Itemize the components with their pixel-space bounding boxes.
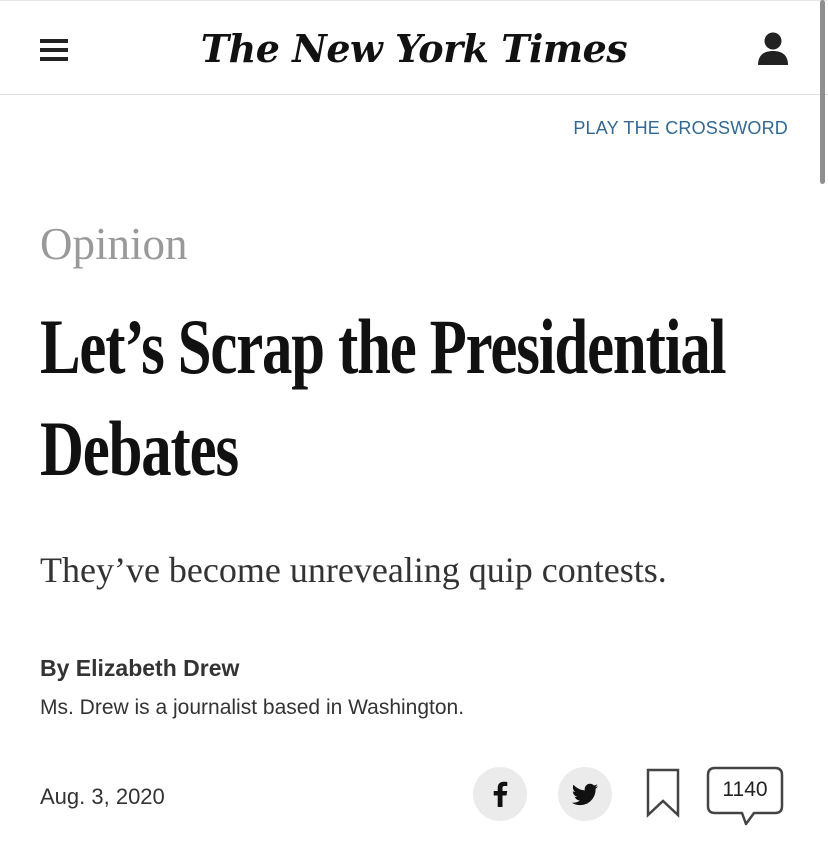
bookmark-save-button[interactable] bbox=[646, 768, 680, 818]
twitter-icon bbox=[571, 783, 598, 806]
article-summary: They’ve become unrevealing quip contests… bbox=[40, 550, 667, 590]
play-crossword-link[interactable]: PLAY THE CROSSWORD bbox=[573, 118, 788, 139]
facebook-icon bbox=[493, 781, 508, 807]
comments-button[interactable]: 1140 bbox=[706, 766, 784, 828]
masthead-logo[interactable]: The New York Times bbox=[0, 21, 828, 77]
comments-count: 1140 bbox=[722, 778, 768, 801]
article-headline: Let’s Scrap the Presidential Debates bbox=[40, 303, 727, 492]
user-account-icon[interactable] bbox=[756, 31, 790, 67]
author-byline[interactable]: By Elizabeth Drew bbox=[40, 655, 239, 682]
facebook-share-button[interactable] bbox=[473, 767, 527, 821]
top-navigation-bar: The New York Times bbox=[0, 0, 828, 95]
publication-date: Aug. 3, 2020 bbox=[40, 784, 165, 809]
twitter-share-button[interactable] bbox=[558, 767, 612, 821]
author-bio: Ms. Drew is a journalist based in Washin… bbox=[40, 696, 465, 719]
section-label[interactable]: Opinion bbox=[40, 215, 188, 273]
scrollbar-thumb[interactable] bbox=[820, 0, 825, 184]
bookmark-icon bbox=[646, 768, 680, 818]
